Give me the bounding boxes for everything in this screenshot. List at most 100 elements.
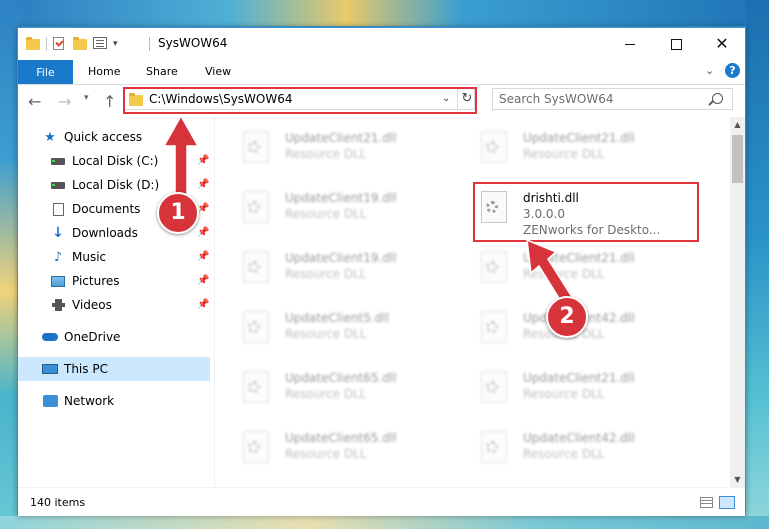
sidebar-item-onedrive[interactable]: OneDrive xyxy=(42,327,120,347)
desktop-background-bottom xyxy=(0,516,769,529)
title-bar: ▾ SysWOW64 ✕ xyxy=(18,28,745,60)
dll-file-icon xyxy=(243,251,269,283)
properties-icon[interactable] xyxy=(93,37,107,51)
sidebar-item-label: Pictures xyxy=(72,274,120,288)
file-name: UpdateClient19.dll xyxy=(285,251,397,265)
up-arrow-icon[interactable]: ↑ xyxy=(103,92,116,111)
file-item[interactable]: UpdateClient21.dll Resource DLL xyxy=(475,125,695,175)
dll-file-icon xyxy=(243,431,269,463)
minimize-button[interactable] xyxy=(607,28,653,60)
dll-file-icon xyxy=(481,311,507,343)
file-name: UpdateClient65.dll xyxy=(285,371,397,385)
minimize-icon xyxy=(625,43,635,45)
search-icon[interactable] xyxy=(712,93,723,104)
sidebar-item-label: Quick access xyxy=(64,130,143,144)
dll-file-icon xyxy=(243,371,269,403)
sidebar-item-label: Documents xyxy=(72,202,141,216)
forward-arrow-icon[interactable]: → xyxy=(58,92,71,111)
new-folder-icon[interactable] xyxy=(73,37,87,51)
pin-icon[interactable]: 📌 xyxy=(197,275,209,286)
maximize-button[interactable] xyxy=(653,28,699,60)
tab-view[interactable]: View xyxy=(205,65,231,78)
recent-locations-dropdown-icon[interactable]: ▾ xyxy=(84,93,89,103)
customize-toolbar-dropdown-icon[interactable]: ▾ xyxy=(113,39,118,49)
dll-file-icon xyxy=(481,371,507,403)
computer-icon xyxy=(42,362,58,376)
tab-share[interactable]: Share xyxy=(146,65,178,78)
sidebar-item-music[interactable]: ♪ Music xyxy=(50,247,106,267)
scroll-down-icon[interactable]: ▼ xyxy=(730,472,745,487)
file-item[interactable]: UpdateClient21.dll Resource DLL xyxy=(475,365,695,415)
file-name: UpdateClient65.dll xyxy=(285,431,397,445)
search-input[interactable]: Search SysWOW64 xyxy=(499,92,613,106)
toolbar-separator xyxy=(46,37,47,51)
file-item[interactable]: UpdateClient19.dll Resource DLL xyxy=(237,185,457,235)
pin-icon[interactable]: 📌 xyxy=(197,251,209,262)
scroll-up-icon[interactable]: ▲ xyxy=(730,117,745,132)
title-divider xyxy=(149,37,150,51)
file-item[interactable]: UpdateClient5.dll Resource DLL xyxy=(237,305,457,355)
expand-ribbon-icon[interactable]: ⌄ xyxy=(705,64,714,77)
large-icons-view-icon[interactable] xyxy=(719,496,735,509)
dll-file-icon xyxy=(243,311,269,343)
file-item[interactable]: UpdateClient42.dll Resource DLL xyxy=(475,425,695,475)
sidebar-item-local-disk-c[interactable]: Local Disk (C:) xyxy=(50,151,158,171)
pin-icon[interactable]: 📌 xyxy=(197,155,209,166)
vertical-scrollbar[interactable]: ▲ ▼ xyxy=(730,117,745,487)
file-item[interactable]: UpdateClient65.dll Resource DLL xyxy=(237,365,457,415)
folder-icon[interactable] xyxy=(26,37,40,51)
file-name: UpdateClient42.dll xyxy=(523,431,635,445)
file-type: Resource DLL xyxy=(523,447,605,461)
file-type: Resource DLL xyxy=(285,267,367,281)
music-icon: ♪ xyxy=(53,249,63,265)
sidebar-item-downloads[interactable]: ↓ Downloads xyxy=(50,223,138,243)
quick-access-toolbar: ▾ xyxy=(26,36,122,52)
sidebar-item-pictures[interactable]: Pictures xyxy=(50,271,120,291)
maximize-icon xyxy=(670,38,682,50)
navigation-pane: ★ Quick access Local Disk (C:) 📌 Local D… xyxy=(18,117,215,487)
sidebar-item-label: Local Disk (C:) xyxy=(72,154,159,168)
sidebar-item-videos[interactable]: Videos xyxy=(50,295,112,315)
sidebar-item-this-pc[interactable]: This PC xyxy=(42,359,108,379)
sidebar-item-quick-access[interactable]: ★ Quick access xyxy=(42,127,142,147)
dll-file-icon xyxy=(243,131,269,163)
file-item[interactable]: UpdateClient21.dll Resource DLL xyxy=(237,125,457,175)
network-icon xyxy=(42,394,58,408)
dll-file-icon xyxy=(243,191,269,223)
pin-icon[interactable]: 📌 xyxy=(197,299,209,310)
pin-icon[interactable]: 📌 xyxy=(197,227,209,238)
desktop-background-right xyxy=(746,0,769,529)
file-type: Resource DLL xyxy=(285,147,367,161)
tab-home[interactable]: Home xyxy=(88,65,120,78)
pin-icon[interactable]: 📌 xyxy=(197,179,209,190)
sidebar-item-label: Music xyxy=(72,250,107,264)
address-bar-highlight xyxy=(123,87,477,114)
file-item[interactable]: UpdateClient21.dll Resource DLL xyxy=(475,245,695,295)
disk-icon xyxy=(50,178,66,192)
close-button[interactable]: ✕ xyxy=(699,28,745,60)
file-name: UpdateClient21.dll xyxy=(523,371,635,385)
cloud-icon xyxy=(42,330,58,344)
help-icon[interactable]: ? xyxy=(725,63,740,78)
file-item[interactable]: UpdateClient19.dll Resource DLL xyxy=(237,245,457,295)
file-type: Resource DLL xyxy=(285,447,367,461)
file-name: UpdateClient21.dll xyxy=(523,131,635,145)
disk-icon xyxy=(50,154,66,168)
file-type: Resource DLL xyxy=(523,267,605,281)
sidebar-item-documents[interactable]: Documents xyxy=(50,199,140,219)
sidebar-item-network[interactable]: Network xyxy=(42,391,114,411)
properties-check-icon[interactable] xyxy=(53,37,67,51)
scrollbar-thumb[interactable] xyxy=(732,135,743,183)
star-icon: ★ xyxy=(44,129,56,145)
file-name: UpdateClient5.dll xyxy=(285,311,389,325)
desktop-background xyxy=(0,0,769,26)
back-arrow-icon[interactable]: ← xyxy=(28,92,41,111)
sidebar-item-local-disk-d[interactable]: Local Disk (D:) xyxy=(50,175,159,195)
details-view-icon[interactable] xyxy=(700,497,713,508)
document-icon xyxy=(50,202,66,216)
dll-file-icon xyxy=(481,131,507,163)
search-box[interactable]: Search SysWOW64 xyxy=(492,88,733,110)
tab-file[interactable]: File xyxy=(18,60,73,84)
file-item[interactable]: UpdateClient65.dll Resource DLL xyxy=(237,425,457,475)
file-highlight xyxy=(473,182,699,242)
